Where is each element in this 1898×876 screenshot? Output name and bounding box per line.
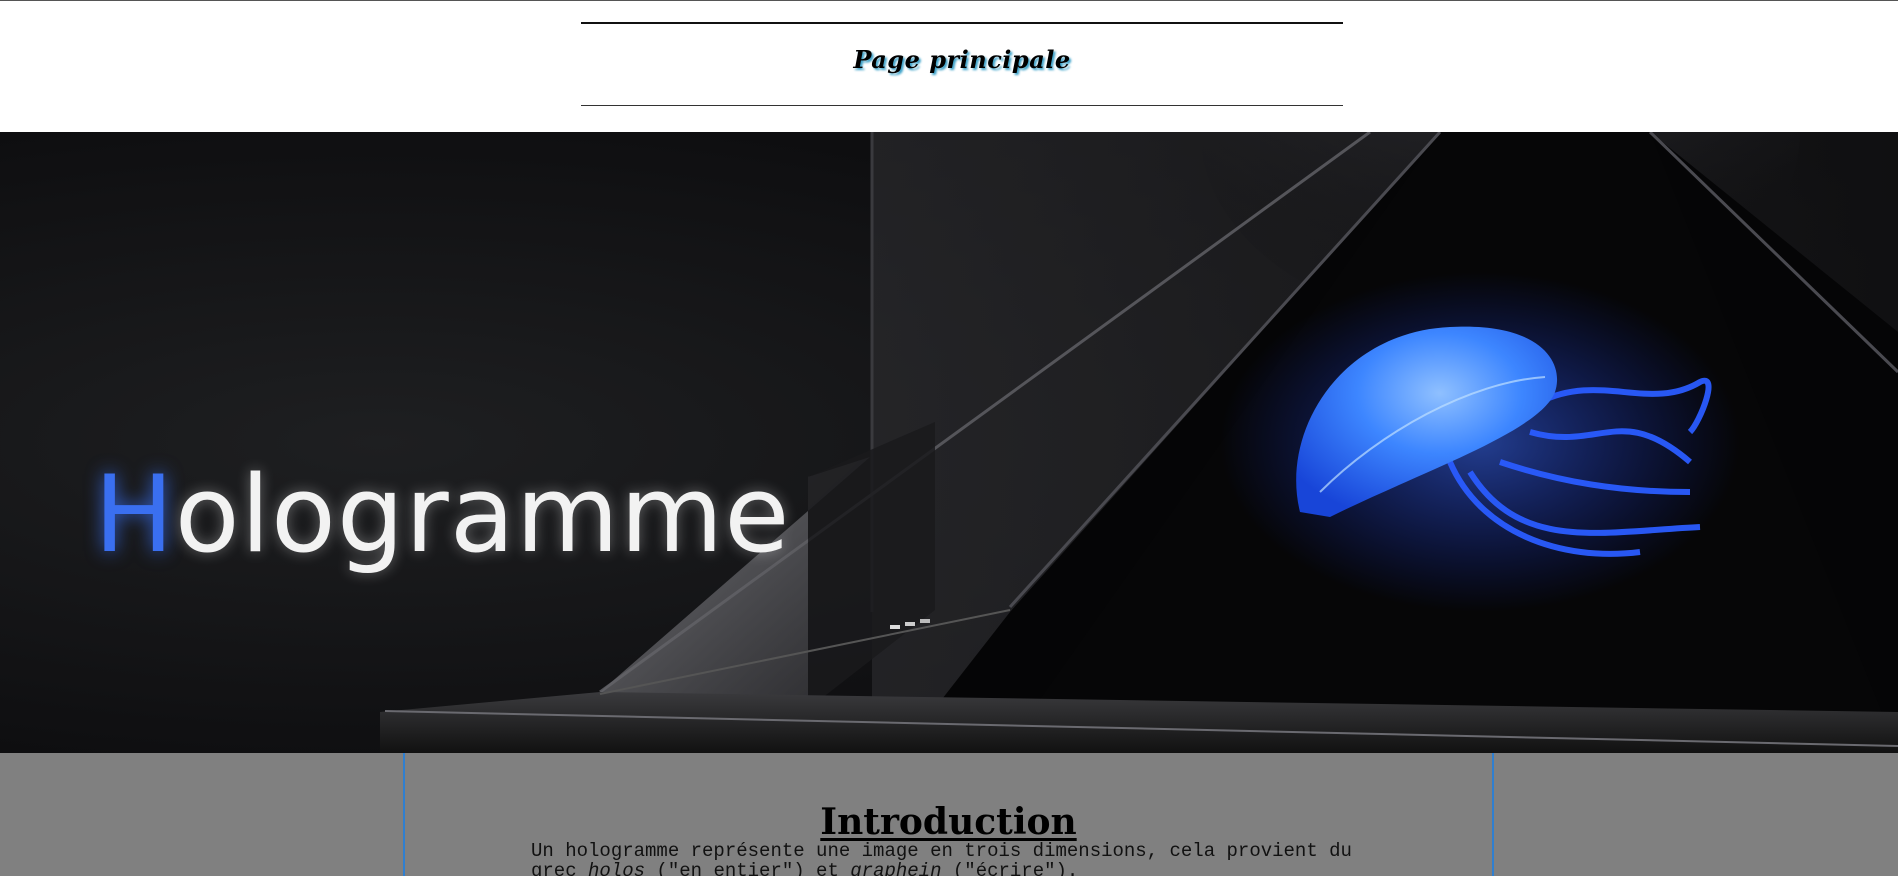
- intro-paragraph: Un hologramme représente une image en tr…: [531, 841, 1391, 876]
- intro-text-2: ("en entier") et: [645, 860, 851, 876]
- hero-title-initial: H: [94, 453, 175, 576]
- intro-text-3: ("écrire").: [941, 860, 1079, 876]
- hero-title-rest: ologramme: [174, 453, 791, 576]
- page-header: Page principale: [0, 1, 1898, 131]
- page-title: Page principale: [853, 45, 1071, 74]
- term-holos: holos: [588, 860, 646, 876]
- hero-banner: Hologramme: [0, 132, 1898, 753]
- content-section: Introduction Un hologramme représente un…: [0, 753, 1898, 876]
- hero-title: Hologramme: [94, 462, 790, 568]
- section-title: Introduction: [820, 800, 1077, 843]
- hero-image: [0, 132, 1898, 753]
- header-rule-bottom: [581, 105, 1343, 106]
- content-frame: Introduction Un hologramme représente un…: [403, 753, 1494, 876]
- header-rule-top: [581, 22, 1343, 24]
- term-graphein: graphein: [850, 860, 942, 876]
- page: Page principale Hologramme Introduction …: [0, 0, 1898, 876]
